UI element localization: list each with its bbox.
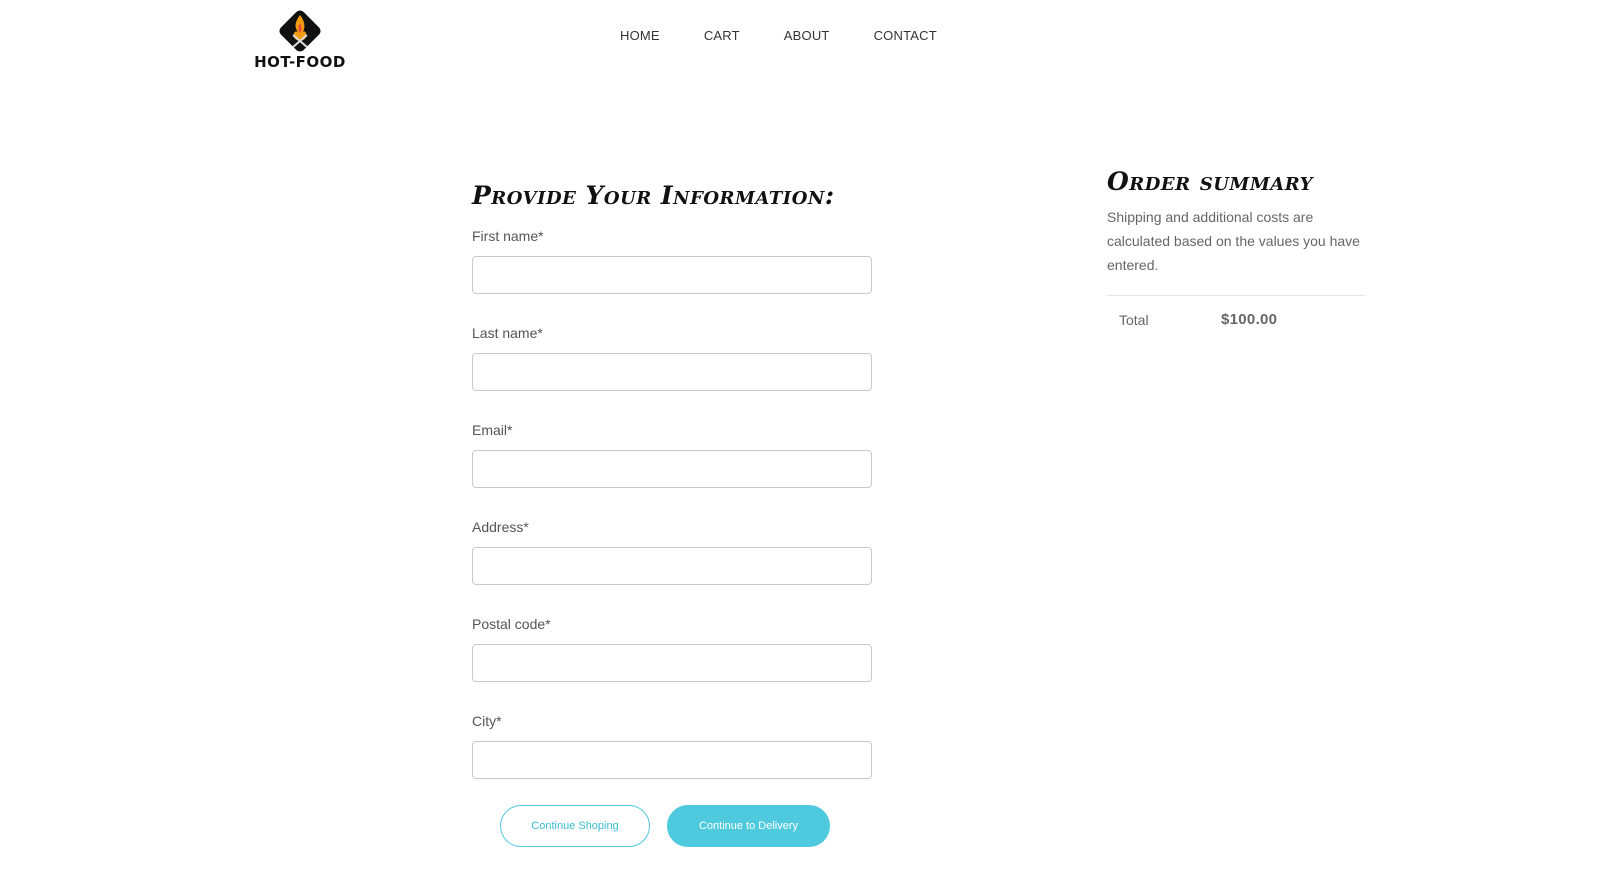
nav-contact[interactable]: CONTACT <box>874 28 937 43</box>
first-name-input[interactable] <box>472 256 872 294</box>
last-name-label: Last name* <box>472 325 543 341</box>
city-input[interactable] <box>472 741 872 779</box>
form-actions: Continue Shoping Continue to Delivery <box>500 805 830 847</box>
order-summary-title: Order summary <box>1107 167 1313 196</box>
information-form: Provide Your Information: First name* La… <box>472 180 872 810</box>
postal-code-field-group: Postal code* <box>472 616 872 682</box>
last-name-field-group: Last name* <box>472 325 872 391</box>
first-name-label: First name* <box>472 228 544 244</box>
email-field-group: Email* <box>472 422 872 488</box>
order-summary-description: Shipping and additional costs are calcul… <box>1107 209 1360 273</box>
continue-shopping-button[interactable]: Continue Shoping <box>500 805 650 847</box>
address-input[interactable] <box>472 547 872 585</box>
total-label: Total <box>1119 311 1149 328</box>
address-label: Address* <box>472 519 529 535</box>
order-total-row: Total $100.00 <box>1107 295 1365 343</box>
city-label: City* <box>472 713 502 729</box>
site-header: HOT-FOOD HOME CART ABOUT CONTACT <box>0 0 1612 80</box>
email-label: Email* <box>472 422 513 438</box>
email-input[interactable] <box>472 450 872 488</box>
last-name-input[interactable] <box>472 353 872 391</box>
address-field-group: Address* <box>472 519 872 585</box>
postal-code-label: Postal code* <box>472 616 551 632</box>
nav-cart[interactable]: CART <box>704 28 740 43</box>
first-name-field-group: First name* <box>472 228 872 294</box>
fire-fork-knife-logo-icon <box>279 10 321 52</box>
nav-home[interactable]: HOME <box>620 28 660 43</box>
postal-code-input[interactable] <box>472 644 872 682</box>
brand-logo[interactable]: HOT-FOOD <box>252 6 348 72</box>
brand-name: HOT-FOOD <box>254 53 346 71</box>
nav-about[interactable]: ABOUT <box>784 28 830 43</box>
city-field-group: City* <box>472 713 872 779</box>
total-value: $100.00 <box>1221 311 1278 328</box>
main-nav: HOME CART ABOUT CONTACT <box>620 28 981 43</box>
order-summary: Order summary Shipping and additional co… <box>1107 165 1365 343</box>
continue-to-delivery-button[interactable]: Continue to Delivery <box>667 805 830 847</box>
form-title: Provide Your Information: <box>472 181 835 210</box>
